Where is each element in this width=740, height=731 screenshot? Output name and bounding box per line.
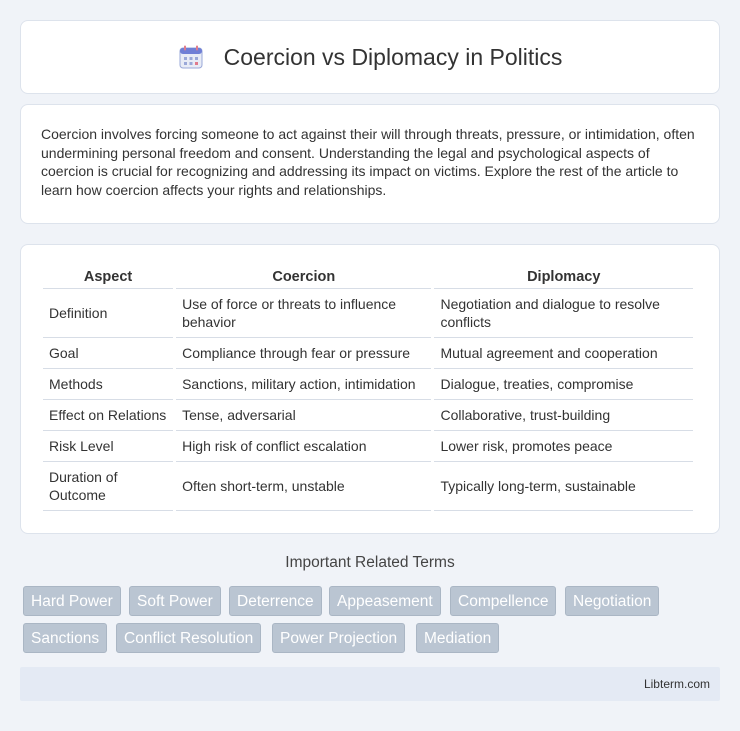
table-cell: Goal bbox=[43, 338, 174, 369]
tag-mediation[interactable]: Mediation bbox=[416, 623, 500, 653]
tag-compellence[interactable]: Compellence bbox=[450, 586, 557, 616]
comparison-card: Aspect Coercion Diplomacy Definition Use… bbox=[20, 244, 720, 534]
footer-site-name[interactable]: Libterm.com bbox=[644, 677, 710, 691]
table-cell: Methods bbox=[43, 369, 174, 400]
table-cell: Dialogue, treaties, compromise bbox=[434, 369, 693, 400]
column-header-aspect: Aspect bbox=[43, 265, 174, 289]
intro-text: Coercion involves forcing someone to act… bbox=[41, 126, 695, 198]
table-cell: Mutual agreement and cooperation bbox=[434, 338, 693, 369]
table-row: Duration of Outcome Often short-term, un… bbox=[43, 462, 693, 511]
tag-deterrence[interactable]: Deterrence bbox=[229, 586, 322, 616]
tag-power-projection[interactable]: Power Projection bbox=[272, 623, 406, 653]
table-cell: High risk of conflict escalation bbox=[176, 431, 432, 462]
comparison-table: Aspect Coercion Diplomacy Definition Use… bbox=[40, 265, 696, 511]
table-row: Goal Compliance through fear or pressure… bbox=[43, 338, 693, 369]
calendar-icon bbox=[179, 45, 203, 69]
tag-negotiation[interactable]: Negotiation bbox=[565, 586, 660, 616]
table-cell: Negotiation and dialogue to resolve conf… bbox=[434, 289, 693, 338]
column-header-diplomacy: Diplomacy bbox=[434, 265, 693, 289]
footer: Libterm.com bbox=[20, 667, 720, 701]
tag-conflict-resolution[interactable]: Conflict Resolution bbox=[116, 623, 262, 653]
tag-soft-power[interactable]: Soft Power bbox=[129, 586, 221, 616]
tag-appeasement[interactable]: Appeasement bbox=[329, 586, 441, 616]
table-cell: Tense, adversarial bbox=[176, 400, 432, 431]
table-cell: Duration of Outcome bbox=[43, 462, 174, 511]
table-cell: Collaborative, trust-building bbox=[434, 400, 693, 431]
table-cell: Effect on Relations bbox=[43, 400, 174, 431]
table-row: Effect on Relations Tense, adversarial C… bbox=[43, 400, 693, 431]
table-cell: Typically long-term, sustainable bbox=[434, 462, 693, 511]
column-header-coercion: Coercion bbox=[176, 265, 432, 289]
related-terms-title: Important Related Terms bbox=[285, 554, 455, 571]
page-title: Coercion vs Diplomacy in Politics bbox=[223, 43, 563, 70]
intro-card: Coercion involves forcing someone to act… bbox=[20, 104, 720, 224]
header-card: Coercion vs Diplomacy in Politics bbox=[20, 20, 720, 94]
table-cell: Risk Level bbox=[43, 431, 174, 462]
table-cell: Sanctions, military action, intimidation bbox=[176, 369, 432, 400]
table-row: Methods Sanctions, military action, inti… bbox=[43, 369, 693, 400]
table-cell: Definition bbox=[43, 289, 174, 338]
table-row: Risk Level High risk of conflict escalat… bbox=[43, 431, 693, 462]
table-header-row: Aspect Coercion Diplomacy bbox=[43, 265, 693, 289]
table-cell: Compliance through fear or pressure bbox=[176, 338, 432, 369]
table-cell: Use of force or threats to influence beh… bbox=[176, 289, 432, 338]
table-cell: Often short-term, unstable bbox=[176, 462, 432, 511]
tag-hard-power[interactable]: Hard Power bbox=[23, 586, 121, 616]
table-cell: Lower risk, promotes peace bbox=[434, 431, 693, 462]
table-row: Definition Use of force or threats to in… bbox=[43, 289, 693, 338]
tag-sanctions[interactable]: Sanctions bbox=[23, 623, 108, 653]
